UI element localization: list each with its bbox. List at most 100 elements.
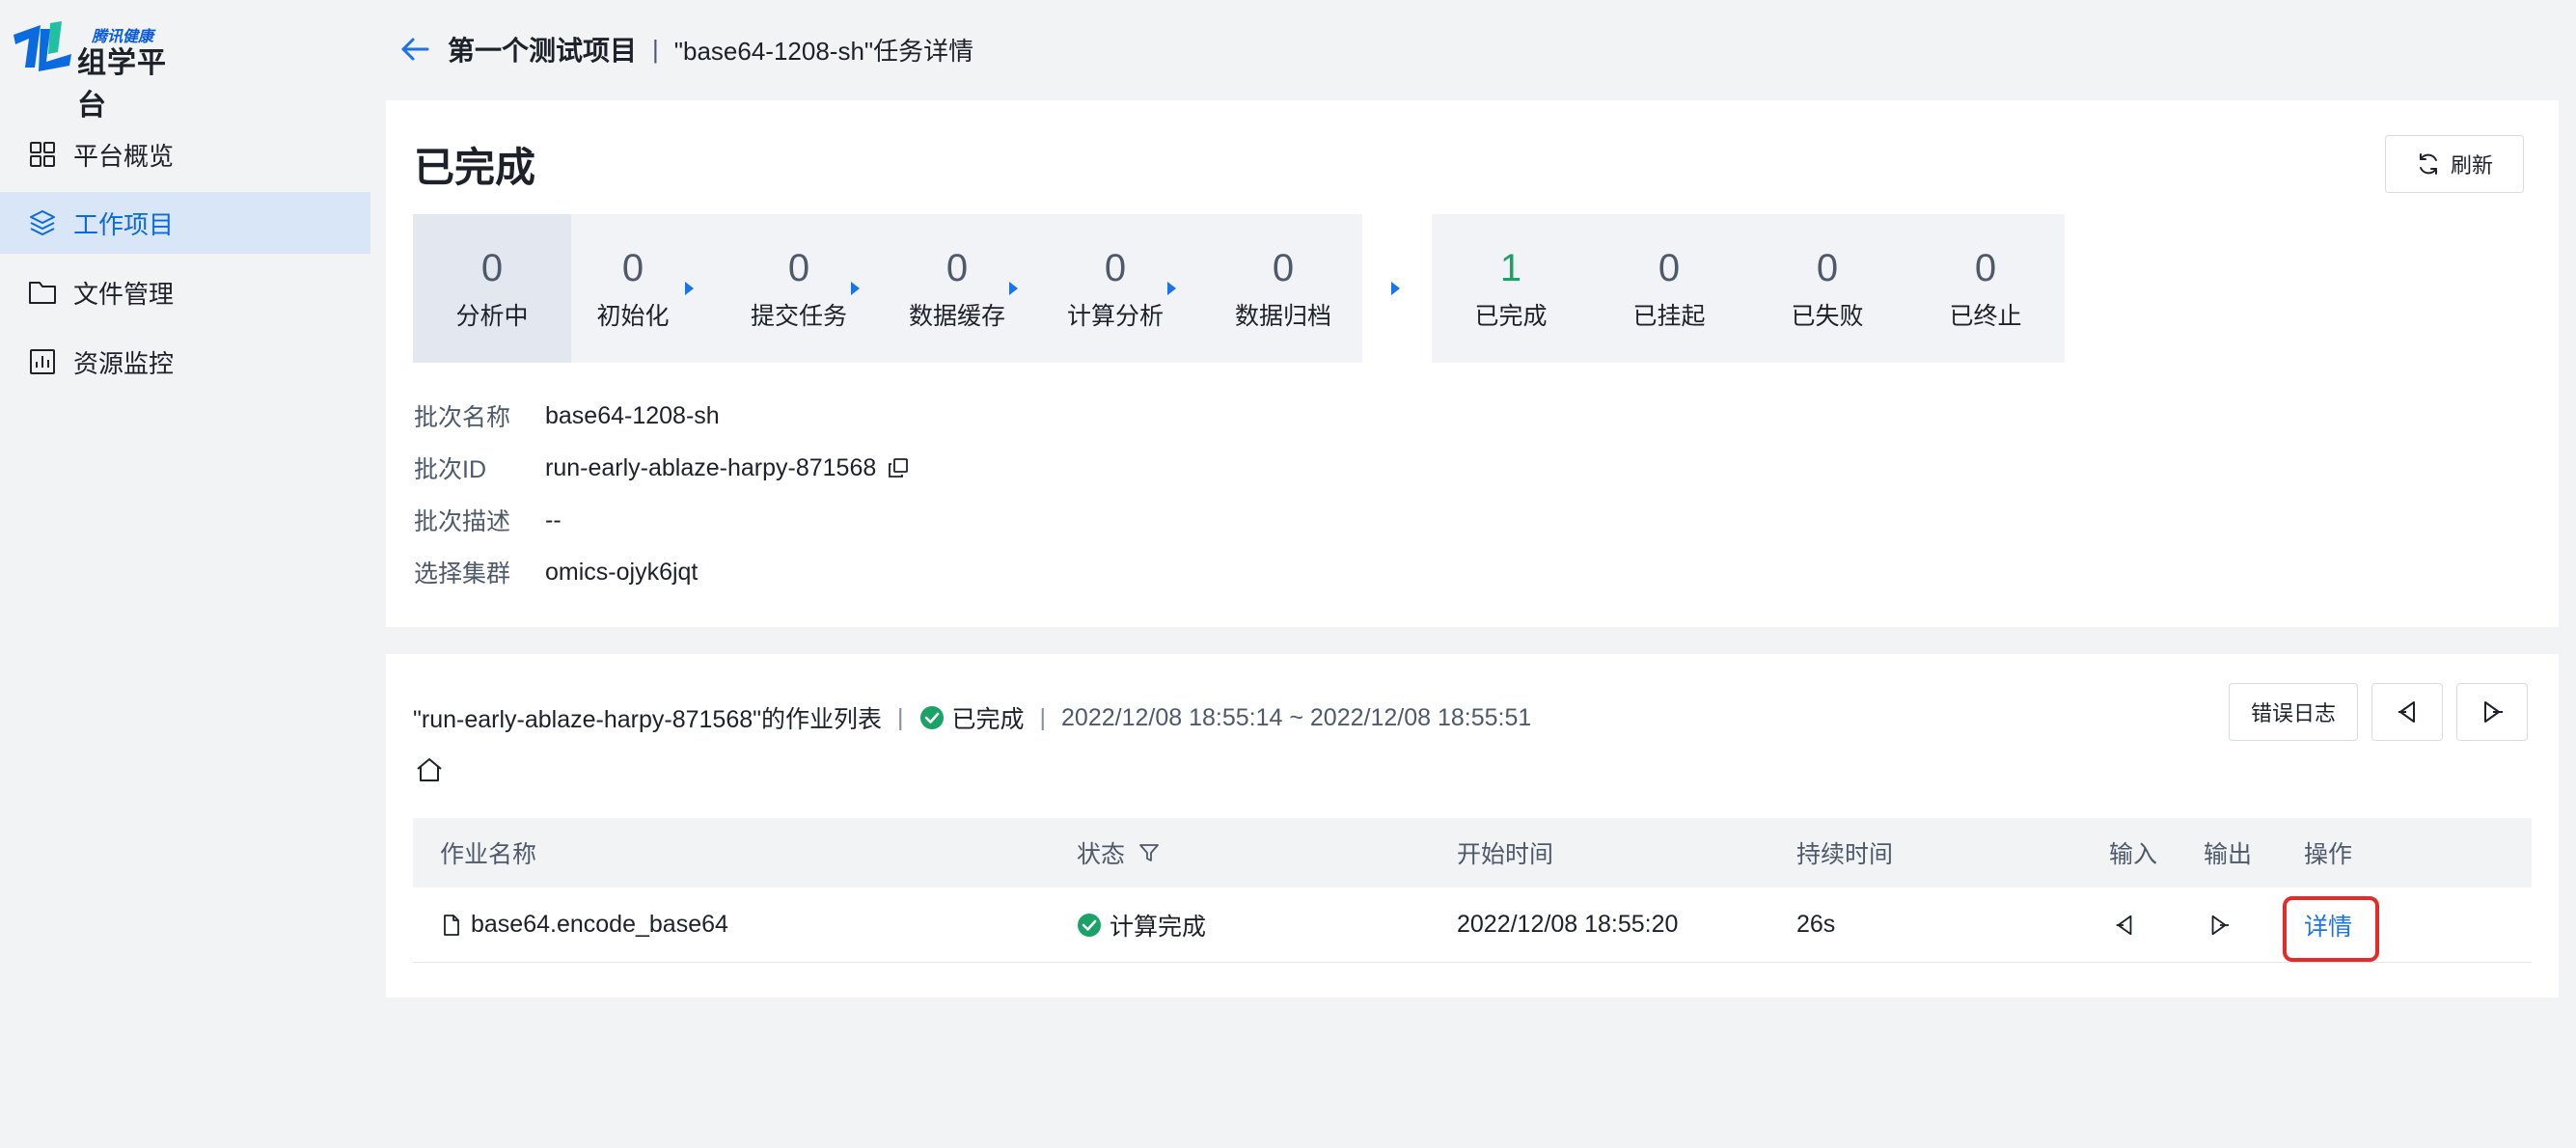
batch-name-value: base64-1208-sh [545,401,720,429]
pipeline-status-bar: 0 分析中 0 初始化 0 提交任务 0 数据缓存 0 计算分析 0 数据归档 … [413,214,2065,363]
job-list-card: "run-early-ablaze-harpy-871568"的作业列表 | 已… [386,654,2559,998]
stage-suspended[interactable]: 0 已挂起 [1590,214,1748,363]
sidebar-item-files[interactable]: 文件管理 [0,261,370,323]
file-icon [444,914,459,936]
stage-count: 0 [1104,247,1127,289]
batch-id-row: 批次ID run-early-ablaze-harpy-871568 [414,442,909,494]
col-status[interactable]: 状态 [1077,818,1160,888]
stage-count: 0 [1658,247,1681,289]
job-output-button[interactable] [2207,888,2231,962]
job-input-button[interactable] [2113,888,2136,962]
highlight-box [2283,896,2379,962]
copy-icon[interactable] [888,457,909,478]
stage-label: 已挂起 [1632,303,1706,330]
col-output: 输出 [2204,841,2253,868]
filter-icon[interactable] [1138,842,1160,863]
stage-label: 分析中 [455,303,529,330]
job-list-status-text: 已完成 [951,706,1025,733]
output-icon [2484,701,2503,723]
task-summary-card: 已完成 刷新 0 分析中 0 初始化 0 提交任务 0 数据缓存 0 计算分析 … [386,100,2559,627]
table-row: base64.encode_base64 计算完成 2022/12/08 18:… [413,888,2532,963]
output-export-button[interactable] [2456,683,2528,741]
job-duration: 26s [1796,911,1836,938]
stage-label: 数据归档 [1234,303,1331,330]
table-header: 作业名称 状态 开始时间 持续时间 输入 输出 操作 [413,818,2532,888]
breadcrumb-task: "base64-1208-sh"任务详情 [673,36,974,66]
logo-title: 组学平台 [77,47,167,122]
stage-count: 0 [787,247,810,289]
output-icon [2211,915,2230,935]
input-icon [2398,701,2415,723]
stage-terminated[interactable]: 0 已终止 [1906,214,2065,363]
job-name-cell: base64.encode_base64 [442,888,728,962]
stage-arrow-icon [685,282,694,295]
check-circle-icon [919,705,945,730]
separator: | [1039,703,1047,731]
stage-completed[interactable]: 1 已完成 [1432,214,1590,363]
job-status-cell: 计算完成 [1077,888,1206,962]
sidebar-item-overview[interactable]: 平台概览 [0,123,370,185]
stage-failed[interactable]: 0 已失败 [1748,214,1906,363]
job-list-header: "run-early-ablaze-harpy-871568"的作业列表 | 已… [413,698,1531,737]
refresh-button[interactable]: 刷新 [2385,135,2524,193]
bar-chart-icon [27,346,58,377]
job-name: base64.encode_base64 [471,911,728,938]
batch-id-label: 批次ID [414,456,487,483]
breadcrumb: 第一个测试项目 | "base64-1208-sh"任务详情 [396,27,973,71]
folder-icon [27,277,58,308]
stage-initializing[interactable]: 0 初始化 [571,214,695,363]
check-circle-icon [1078,913,1101,937]
stage-arrow-icon [851,282,860,295]
back-arrow-icon[interactable] [396,30,434,68]
stage-label: 已终止 [1949,303,2022,330]
stage-label: 计算分析 [1066,303,1164,330]
batch-name-label: 批次名称 [414,404,511,431]
sidebar-item-label: 资源监控 [73,348,175,378]
col-job-name: 作业名称 [440,841,537,868]
stage-label: 已完成 [1474,303,1548,330]
sidebar-item-projects[interactable]: 工作项目 [0,192,370,254]
stage-label: 提交任务 [750,303,847,330]
home-icon[interactable] [415,756,444,788]
batch-desc-row: 批次描述 -- [414,494,909,546]
stage-count: 0 [621,247,644,289]
job-status: 计算完成 [1110,913,1207,941]
cluster-value: omics-ojyk6jqt [545,558,699,586]
stage-count: 1 [1499,247,1522,289]
stage-count: 0 [1816,247,1839,289]
input-export-button[interactable] [2371,683,2443,741]
col-duration: 持续时间 [1796,841,1894,868]
input-icon [2116,915,2132,935]
error-log-button[interactable]: 错误日志 [2229,683,2358,741]
separator: | [897,703,904,731]
stage-count: 0 [1272,247,1295,289]
stage-count: 0 [945,247,969,289]
layers-icon [27,207,58,238]
stage-analyzing[interactable]: 0 分析中 [413,214,571,363]
stage-arrow-icon [1167,282,1176,295]
stage-arrow-icon [1391,282,1400,295]
sidebar-item-monitor[interactable]: 资源监控 [0,331,370,393]
stage-count: 0 [1974,247,1997,289]
stage-label: 初始化 [596,303,670,330]
stage-label: 数据缓存 [908,303,1005,330]
sidebar-item-label: 工作项目 [73,209,175,239]
stage-arrow-icon [1009,282,1018,295]
stage-label: 已失败 [1791,303,1864,330]
job-list-status: 已完成 [919,700,1025,735]
cluster-label: 选择集群 [414,560,511,588]
batch-id-value-wrap: run-early-ablaze-harpy-871568 [545,454,909,482]
batch-name-row: 批次名称 base64-1208-sh [414,390,909,442]
breadcrumb-project[interactable]: 第一个测试项目 [448,30,637,68]
batch-info: 批次名称 base64-1208-sh 批次ID run-early-ablaz… [414,390,909,598]
stage-archiving[interactable]: 0 数据归档 [1204,214,1362,363]
sidebar-item-label: 平台概览 [73,141,175,171]
col-action: 操作 [2304,841,2353,868]
logo-mark-icon [14,21,71,71]
job-start-time: 2022/12/08 18:55:20 [1457,911,1679,938]
col-start-time: 开始时间 [1457,841,1554,868]
sidebar: 腾讯健康 组学平台 平台概览 工作项目 文件管理 资源监控 [0,0,376,1148]
batch-id-value: run-early-ablaze-harpy-871568 [545,453,877,481]
stage-count: 0 [480,247,504,289]
col-status-label: 状态 [1077,841,1126,868]
